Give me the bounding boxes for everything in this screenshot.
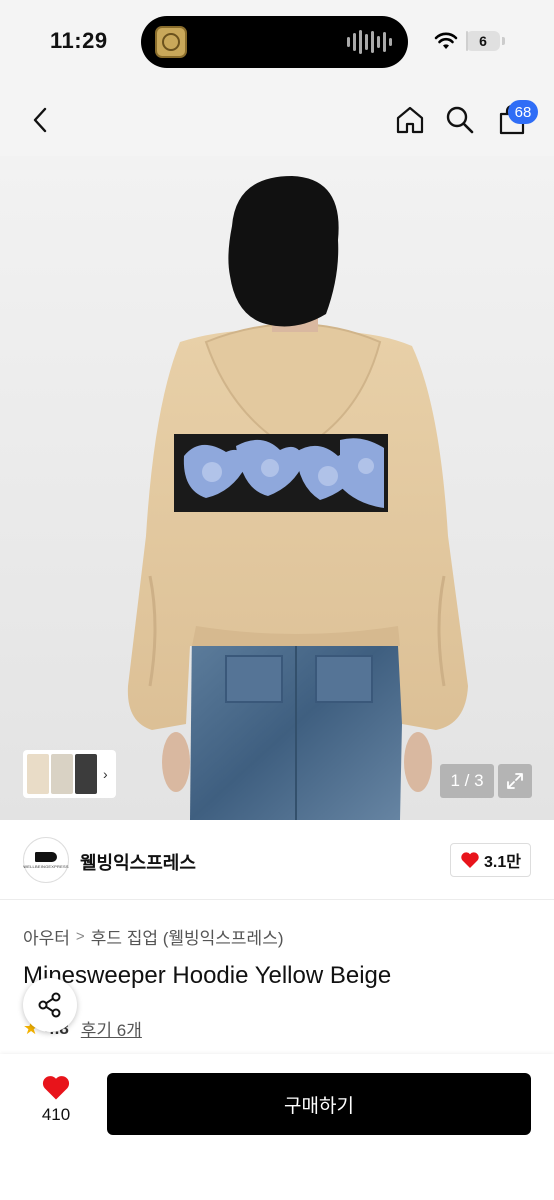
home-button[interactable] — [390, 100, 430, 140]
heart-icon — [461, 852, 479, 868]
heart-filled-icon — [42, 1076, 70, 1100]
back-button[interactable] — [20, 100, 60, 140]
brand-row[interactable]: WELLBEINGEXPRESS 웰빙익스프레스 3.1만 — [0, 820, 554, 900]
buy-button[interactable]: 구매하기 — [107, 1073, 531, 1135]
wishlist-button[interactable]: 410 — [28, 1074, 84, 1134]
brand-logo-mark — [35, 851, 57, 862]
gold-emblem-app-icon — [155, 26, 187, 58]
dynamic-island[interactable] — [141, 16, 408, 68]
share-button[interactable] — [23, 978, 77, 1032]
cart-count-badge: 68 — [508, 100, 538, 124]
product-photo — [0, 156, 554, 820]
battery-level: 6 — [479, 33, 487, 49]
brand-logo-text: WELLBEINGEXPRESS — [23, 863, 69, 869]
share-icon — [38, 992, 61, 1018]
expand-arrows-icon — [507, 773, 523, 789]
expand-button[interactable] — [498, 764, 532, 798]
battery-nub — [502, 37, 505, 45]
brand-name[interactable]: 웰빙익스프레스 — [80, 849, 196, 875]
chevron-right-icon: › — [103, 766, 108, 782]
home-icon — [396, 106, 424, 134]
thumbnail-strip[interactable]: › — [23, 750, 116, 798]
breadcrumb: 아우터 > 후드 집업 (웰빙익스프레스) — [23, 924, 284, 949]
brand-like-count: 3.1만 — [484, 854, 521, 871]
breadcrumb-subcategory[interactable]: 후드 집업 (웰빙익스프레스) — [91, 924, 284, 949]
thumbnail-side[interactable] — [51, 754, 73, 794]
search-button[interactable] — [440, 100, 480, 140]
brand-like-button[interactable]: 3.1만 — [450, 843, 531, 877]
review-link[interactable]: 후기 6개 — [81, 1016, 142, 1041]
status-time: 11:29 — [50, 28, 108, 53]
audio-waveform-icon — [347, 28, 392, 56]
product-title: Minesweeper Hoodie Yellow Beige — [23, 962, 392, 989]
thumbnail-back[interactable] — [75, 754, 97, 794]
status-bar: 11:29 6 — [0, 0, 554, 80]
search-icon — [446, 106, 474, 134]
brand-logo[interactable]: WELLBEINGEXPRESS — [23, 837, 69, 883]
battery-fill — [466, 31, 469, 51]
wishlist-count: 410 — [41, 1105, 71, 1124]
wifi-icon — [434, 32, 458, 49]
thumbnail-front[interactable] — [27, 754, 49, 794]
breadcrumb-separator: > — [75, 928, 85, 945]
battery-indicator: 6 — [466, 31, 500, 51]
product-image[interactable]: › 1 / 3 — [0, 156, 554, 820]
page-indicator: 1 / 3 — [440, 764, 494, 798]
nav-bar: 68 — [0, 80, 554, 156]
chevron-left-icon — [33, 107, 47, 133]
bottom-action-bar: 410 구매하기 — [0, 1054, 554, 1200]
breadcrumb-category[interactable]: 아우터 — [23, 924, 70, 949]
